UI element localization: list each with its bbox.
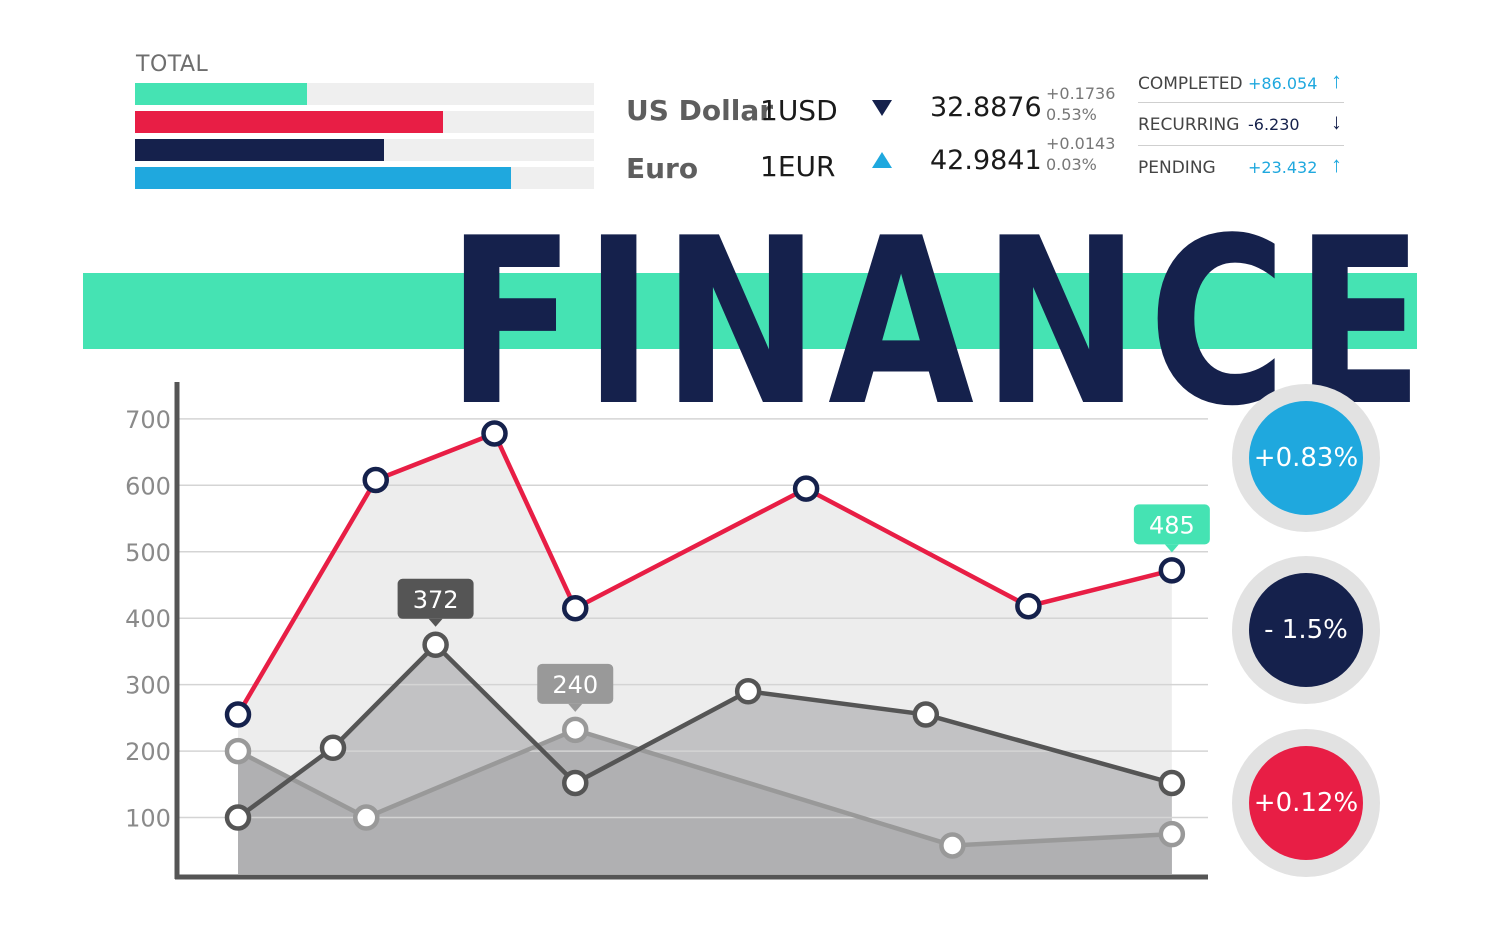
series-1-point [562,769,589,797]
data-label: 240 [552,671,598,699]
y-tick-label: 400 [125,605,171,633]
series-1-point [319,734,347,762]
data-label: 485 [1149,511,1195,539]
series-2-point [224,737,252,765]
series-0-point [562,594,589,622]
series-0-point [792,475,820,502]
page-title: FINANCE [446,190,1432,457]
series-1-point [734,678,762,705]
indicator-value: +0.83% [1249,401,1363,515]
data-label: 372 [413,586,459,614]
series-2-point [562,716,589,744]
series-1-point [224,804,252,831]
y-tick-label: 300 [125,672,171,700]
y-tick-label: 500 [125,539,171,567]
series-2-point [939,832,966,859]
y-tick-label: 600 [125,472,171,500]
series-0-point [362,466,389,494]
series-0-point [1158,557,1186,584]
indicator-circle: +0.12% [1232,729,1380,877]
y-tick-label: 200 [125,738,171,766]
series-2-point [353,804,380,831]
series-1-point [1158,769,1186,797]
series-1-point [912,701,940,728]
y-tick-label: 700 [125,406,171,434]
indicator-value: - 1.5% [1249,573,1363,687]
y-tick-label: 100 [125,805,171,833]
indicator-circle: - 1.5% [1232,556,1380,704]
indicator-value: +0.12% [1249,746,1363,860]
series-0-point [224,701,252,728]
indicator-circle: +0.83% [1232,384,1380,532]
series-0-point [1015,592,1042,620]
series-2-point [1158,820,1186,848]
series-1-point [422,631,449,659]
